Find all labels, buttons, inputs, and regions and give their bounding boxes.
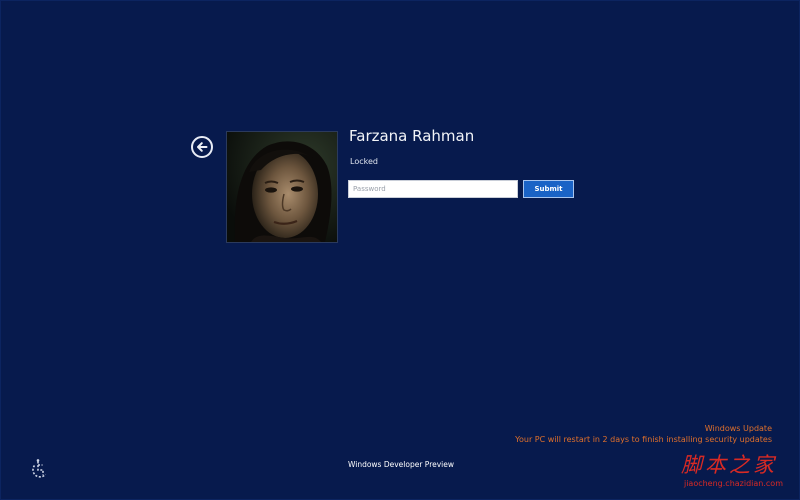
update-notification-title: Windows Update (704, 424, 772, 433)
account-status: Locked (350, 157, 378, 166)
back-button[interactable] (191, 136, 213, 158)
site-watermark: 脚本之家 jiaocheng.chazidian.com (645, 449, 785, 493)
ease-of-access-icon (32, 459, 47, 478)
user-name: Farzana Rahman (349, 127, 475, 145)
ease-of-access-button[interactable] (30, 458, 50, 478)
submit-button[interactable]: Submit (523, 180, 574, 198)
password-input[interactable] (348, 180, 518, 198)
back-arrow-icon (197, 142, 208, 152)
update-notification-message: Your PC will restart in 2 days to finish… (515, 435, 772, 444)
lock-screen: Farzana Rahman Locked Submit Windows Upd… (0, 0, 800, 500)
watermark-logo-text: 脚本之家 (681, 453, 777, 477)
user-avatar (226, 131, 338, 243)
watermark-url: jiaocheng.chazidian.com (683, 479, 783, 488)
user-photo (227, 132, 337, 242)
